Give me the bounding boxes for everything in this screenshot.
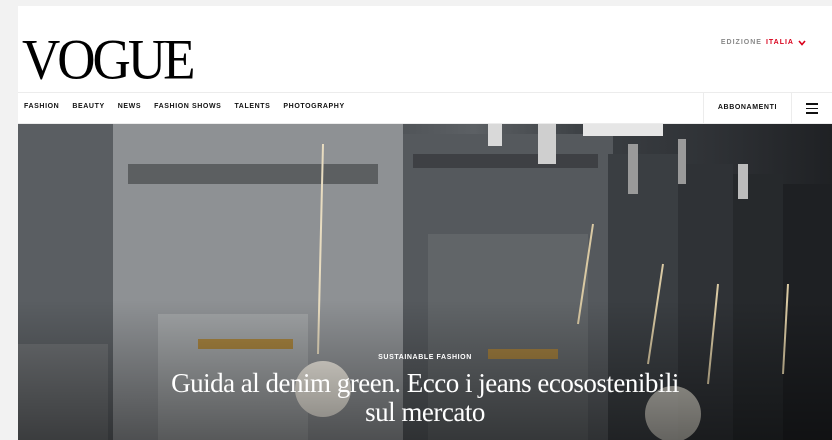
vogue-logo[interactable]: VOGUE [22, 31, 195, 89]
edition-label: EDIZIONE [720, 39, 762, 46]
masthead: VOGUE EDIZIONE ITALIA [18, 6, 832, 92]
nav-actions: ABBONAMENTI [702, 93, 832, 123]
hamburger-menu-icon[interactable] [791, 93, 832, 123]
subscribe-link[interactable]: ABBONAMENTI [702, 93, 791, 123]
nav-item-talents[interactable]: TALENTS [234, 103, 270, 110]
article-headline[interactable]: Guida al denim green. Ecco i jeans ecoso… [18, 369, 832, 427]
headline-line-1: Guida al denim green. Ecco i jeans ecoso… [171, 368, 679, 398]
hero-image[interactable]: SUSTAINABLE FASHION Guida al denim green… [18, 124, 832, 440]
nav-item-beauty[interactable]: BEAUTY [72, 103, 104, 110]
edition-selector[interactable]: EDIZIONE ITALIA [721, 39, 806, 46]
nav-item-fashion-shows[interactable]: FASHION SHOWS [154, 103, 221, 110]
chevron-down-icon [798, 39, 806, 46]
article-kicker[interactable]: SUSTAINABLE FASHION [18, 354, 832, 361]
nav-item-news[interactable]: NEWS [118, 103, 141, 110]
page: VOGUE EDIZIONE ITALIA FASHION BEAUTY NEW… [18, 6, 832, 440]
main-nav: FASHION BEAUTY NEWS FASHION SHOWS TALENT… [18, 92, 832, 124]
edition-country: ITALIA [765, 39, 794, 46]
headline-line-2: sul mercato [365, 397, 485, 427]
nav-item-photography[interactable]: PHOTOGRAPHY [283, 103, 344, 110]
nav-item-fashion[interactable]: FASHION [24, 103, 59, 110]
